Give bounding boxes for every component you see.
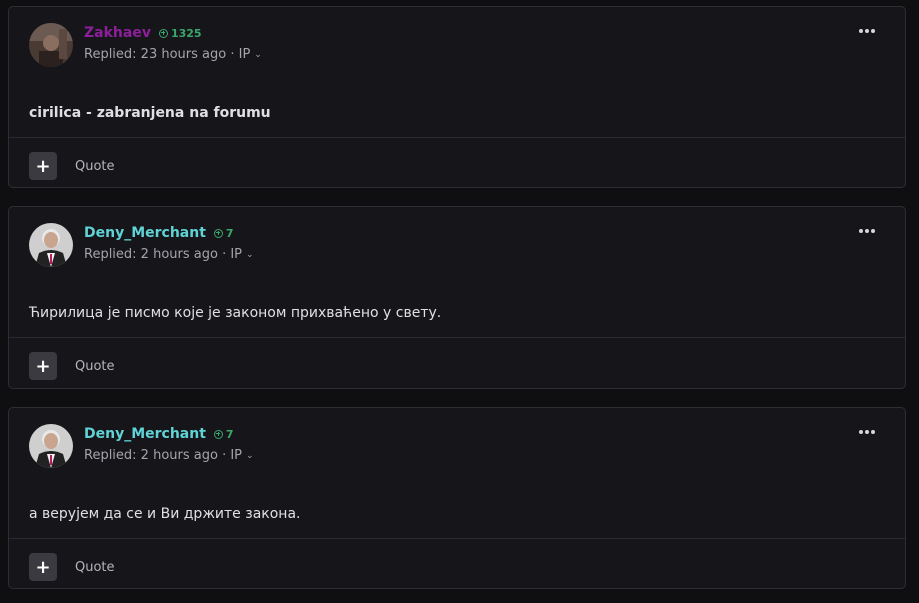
post-meta-text: Replied: 2 hours ago · IP [84,448,243,463]
ellipsis-icon[interactable] [859,229,875,233]
avatar[interactable] [29,424,73,468]
avatar[interactable] [29,23,73,67]
reputation-count: 1325 [170,26,202,40]
chevron-down-icon: ⌄ [254,49,262,60]
reputation-badge: 7 [213,427,234,441]
post-content: а верујем да се и Ви држите закона. [29,506,301,522]
avatar[interactable] [29,223,73,267]
post-meta[interactable]: Replied: 2 hours ago · IP ⌄ [84,247,254,262]
post-content: cirilica - zabranjena na forumu [29,105,271,121]
post-meta-text: Replied: 23 hours ago · IP [84,47,251,62]
username[interactable]: Deny_Merchant [84,426,206,442]
ellipsis-icon[interactable] [859,29,875,33]
post-meta[interactable]: Replied: 2 hours ago · IP ⌄ [84,448,254,463]
ellipsis-icon[interactable] [859,430,875,434]
plus-circle-icon [213,429,223,439]
quote-button[interactable]: Quote [75,159,115,174]
post: Zakhaev 1325 Replied: 23 hours ago · IP … [8,6,906,188]
quote-button[interactable]: Quote [75,560,115,575]
plus-icon[interactable]: + [29,352,57,380]
plus-icon[interactable]: + [29,553,57,581]
username[interactable]: Deny_Merchant [84,225,206,241]
reputation-count: 7 [225,226,234,240]
quote-button[interactable]: Quote [75,359,115,374]
reputation-badge: 1325 [158,26,202,40]
username[interactable]: Zakhaev [84,25,151,41]
reputation-badge: 7 [213,226,234,240]
reputation-count: 7 [225,427,234,441]
post: Deny_Merchant 7 Replied: 2 hours ago · I… [8,407,906,589]
plus-circle-icon [158,28,168,38]
plus-icon[interactable]: + [29,152,57,180]
plus-circle-icon [213,228,223,238]
post-content: Ћирилица је писмо које је законом прихва… [29,305,442,321]
post: Deny_Merchant 7 Replied: 2 hours ago · I… [8,206,906,389]
post-meta-text: Replied: 2 hours ago · IP [84,247,243,262]
chevron-down-icon: ⌄ [246,450,254,461]
post-meta[interactable]: Replied: 23 hours ago · IP ⌄ [84,47,262,62]
chevron-down-icon: ⌄ [246,249,254,260]
